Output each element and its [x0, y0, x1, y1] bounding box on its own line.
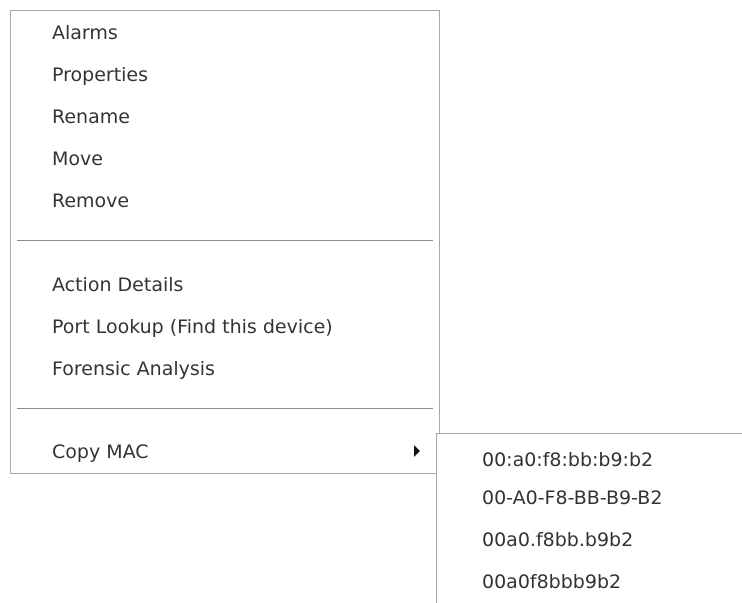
menu-separator: [17, 240, 433, 241]
menu-item-move[interactable]: Move: [11, 143, 439, 175]
menu-item-rename[interactable]: Rename: [11, 101, 439, 133]
submenu-item-mac-dot[interactable]: 00a0.f8bb.b9b2: [437, 524, 742, 556]
context-menu: Alarms Properties Rename Move Remove Act…: [10, 10, 440, 474]
menu-item-action-details[interactable]: Action Details: [11, 269, 439, 301]
menu-item-remove[interactable]: Remove: [11, 185, 439, 217]
menu-item-copy-mac[interactable]: Copy MAC: [11, 436, 439, 468]
menu-item-properties[interactable]: Properties: [11, 59, 439, 91]
copy-mac-submenu: 00:a0:f8:bb:b9:b2 00-A0-F8-BB-B9-B2 00a0…: [436, 433, 742, 603]
menu-item-forensic-analysis[interactable]: Forensic Analysis: [11, 353, 439, 385]
menu-item-alarms[interactable]: Alarms: [11, 17, 439, 49]
submenu-item-mac-colon[interactable]: 00:a0:f8:bb:b9:b2: [437, 444, 742, 476]
submenu-arrow-icon: [414, 445, 420, 457]
menu-item-port-lookup[interactable]: Port Lookup (Find this device): [11, 311, 439, 343]
submenu-item-mac-plain[interactable]: 00a0f8bbb9b2: [437, 566, 742, 598]
submenu-item-mac-dash[interactable]: 00-A0-F8-BB-B9-B2: [437, 482, 742, 514]
menu-separator: [17, 408, 433, 409]
